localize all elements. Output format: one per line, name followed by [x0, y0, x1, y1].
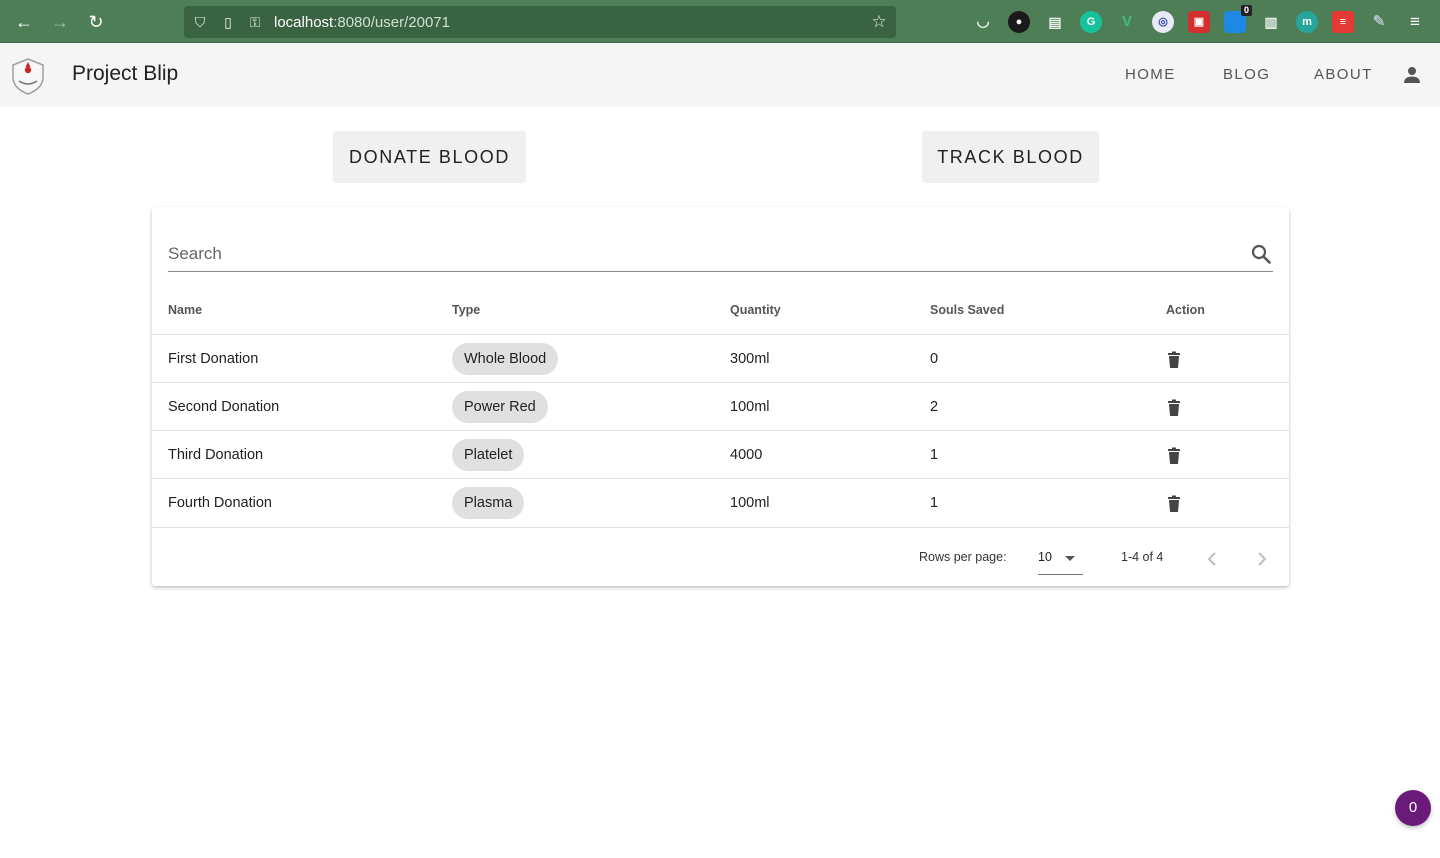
table-row[interactable]: Second Donation Power Red 100ml 2 [152, 382, 1289, 430]
counter-extension-icon[interactable]: 0 [1224, 5, 1252, 33]
cell-quantity: 300ml [730, 351, 770, 367]
address-bar[interactable]: ⛉ ▯ ⚿ localhost:8080/user/20071 ☆ [184, 6, 896, 38]
nav-about[interactable]: ABOUT [1314, 66, 1373, 83]
lock-extension-icon[interactable]: ▣ [1188, 11, 1210, 33]
menu-icon[interactable]: ≡ [1404, 11, 1426, 33]
notes-icon[interactable]: ▤ [1044, 11, 1066, 33]
cell-souls-saved: 1 [930, 495, 939, 511]
browser-toolbar: ← → ↻ ⛉ ▯ ⚿ localhost:8080/user/20071 ☆ … [0, 0, 1440, 43]
type-chip[interactable]: Platelet [452, 439, 525, 471]
cell-name: First Donation [168, 351, 259, 367]
column-header-souls-saved[interactable]: Souls Saved [930, 303, 1004, 317]
search-input[interactable] [168, 241, 1228, 267]
grammarly-icon[interactable]: G [1080, 11, 1102, 33]
cell-quantity: 4000 [730, 447, 763, 463]
search-field [168, 237, 1273, 272]
fence-extension-icon[interactable]: ▥ [1260, 11, 1282, 33]
rows-per-page-select[interactable]: 10 [1038, 542, 1083, 575]
donations-table-card: Name Type Quantity Souls Saved Action Fi… [152, 207, 1289, 586]
pocket-icon[interactable]: ◡ [972, 11, 994, 33]
nav-home[interactable]: HOME [1125, 66, 1176, 83]
cell-souls-saved: 1 [930, 447, 939, 463]
back-icon[interactable]: ← [12, 10, 36, 34]
column-header-name[interactable]: Name [168, 303, 202, 317]
table-row[interactable]: Fourth Donation Plasma 100ml 1 [152, 478, 1289, 526]
floating-count-badge[interactable]: 0 [1395, 790, 1431, 826]
todoist-icon[interactable]: ≡ [1332, 11, 1354, 33]
permissions-icon[interactable]: ⚿ [246, 13, 264, 31]
delete-icon[interactable] [1166, 399, 1182, 417]
donate-blood-button[interactable]: DONATE BLOOD [333, 131, 526, 183]
column-header-action: Action [1166, 303, 1205, 317]
extensions-toolbar: ◡ ● ▤ G V ◎ ▣ 0 ▥ m ≡ ✎ ≡ [972, 5, 1426, 33]
cell-name: Fourth Donation [168, 495, 272, 511]
type-chip[interactable]: Plasma [452, 487, 525, 519]
table-row[interactable]: Third Donation Platelet 4000 1 [152, 430, 1289, 478]
cell-souls-saved: 2 [930, 399, 939, 415]
delete-icon[interactable] [1166, 447, 1182, 465]
app-bar: Project Blip HOME BLOG ABOUT [0, 43, 1440, 107]
app-title[interactable]: Project Blip [72, 62, 178, 86]
pagination-range: 1-4 of 4 [1121, 550, 1164, 564]
page-icon[interactable]: ▯ [219, 13, 237, 31]
extension-avatar-icon[interactable]: ● [1008, 11, 1030, 33]
dropdown-caret-icon [1065, 556, 1075, 561]
table-footer-divider [152, 527, 1289, 528]
extension-badge: 0 [1240, 5, 1252, 16]
url-text[interactable]: localhost:8080/user/20071 [274, 14, 450, 31]
track-blood-button[interactable]: TRACK BLOOD [922, 131, 1099, 183]
reload-icon[interactable]: ↻ [84, 10, 108, 34]
cell-name: Third Donation [168, 447, 264, 463]
bookmark-star-icon[interactable]: ☆ [870, 13, 888, 31]
delete-icon[interactable] [1166, 351, 1182, 369]
cell-quantity: 100ml [730, 495, 770, 511]
previous-page-icon[interactable] [1200, 547, 1224, 571]
type-chip[interactable]: Power Red [452, 391, 548, 423]
account-icon[interactable] [1400, 63, 1424, 87]
shield-icon[interactable]: ⛉ [191, 13, 209, 31]
type-chip[interactable]: Whole Blood [452, 343, 559, 375]
delete-icon[interactable] [1166, 495, 1182, 513]
m-extension-icon[interactable]: m [1296, 11, 1318, 33]
cell-name: Second Donation [168, 399, 280, 415]
next-page-icon[interactable] [1250, 547, 1274, 571]
vue-devtools-icon[interactable]: V [1116, 11, 1138, 33]
cell-quantity: 100ml [730, 399, 770, 415]
column-header-quantity[interactable]: Quantity [730, 303, 781, 317]
rows-per-page-value: 10 [1038, 550, 1052, 564]
search-icon[interactable] [1249, 242, 1273, 266]
blood-drop-logo-icon[interactable] [10, 57, 46, 95]
eyedropper-icon[interactable]: ✎ [1368, 11, 1390, 33]
cell-souls-saved: 0 [930, 351, 939, 367]
column-header-type[interactable]: Type [452, 303, 480, 317]
globe-extension-icon[interactable]: ◎ [1152, 11, 1174, 33]
rows-per-page-label: Rows per page: [919, 550, 1007, 564]
nav-blog[interactable]: BLOG [1223, 66, 1270, 83]
table-row[interactable]: First Donation Whole Blood 300ml 0 [152, 334, 1289, 382]
forward-icon[interactable]: → [48, 10, 72, 34]
